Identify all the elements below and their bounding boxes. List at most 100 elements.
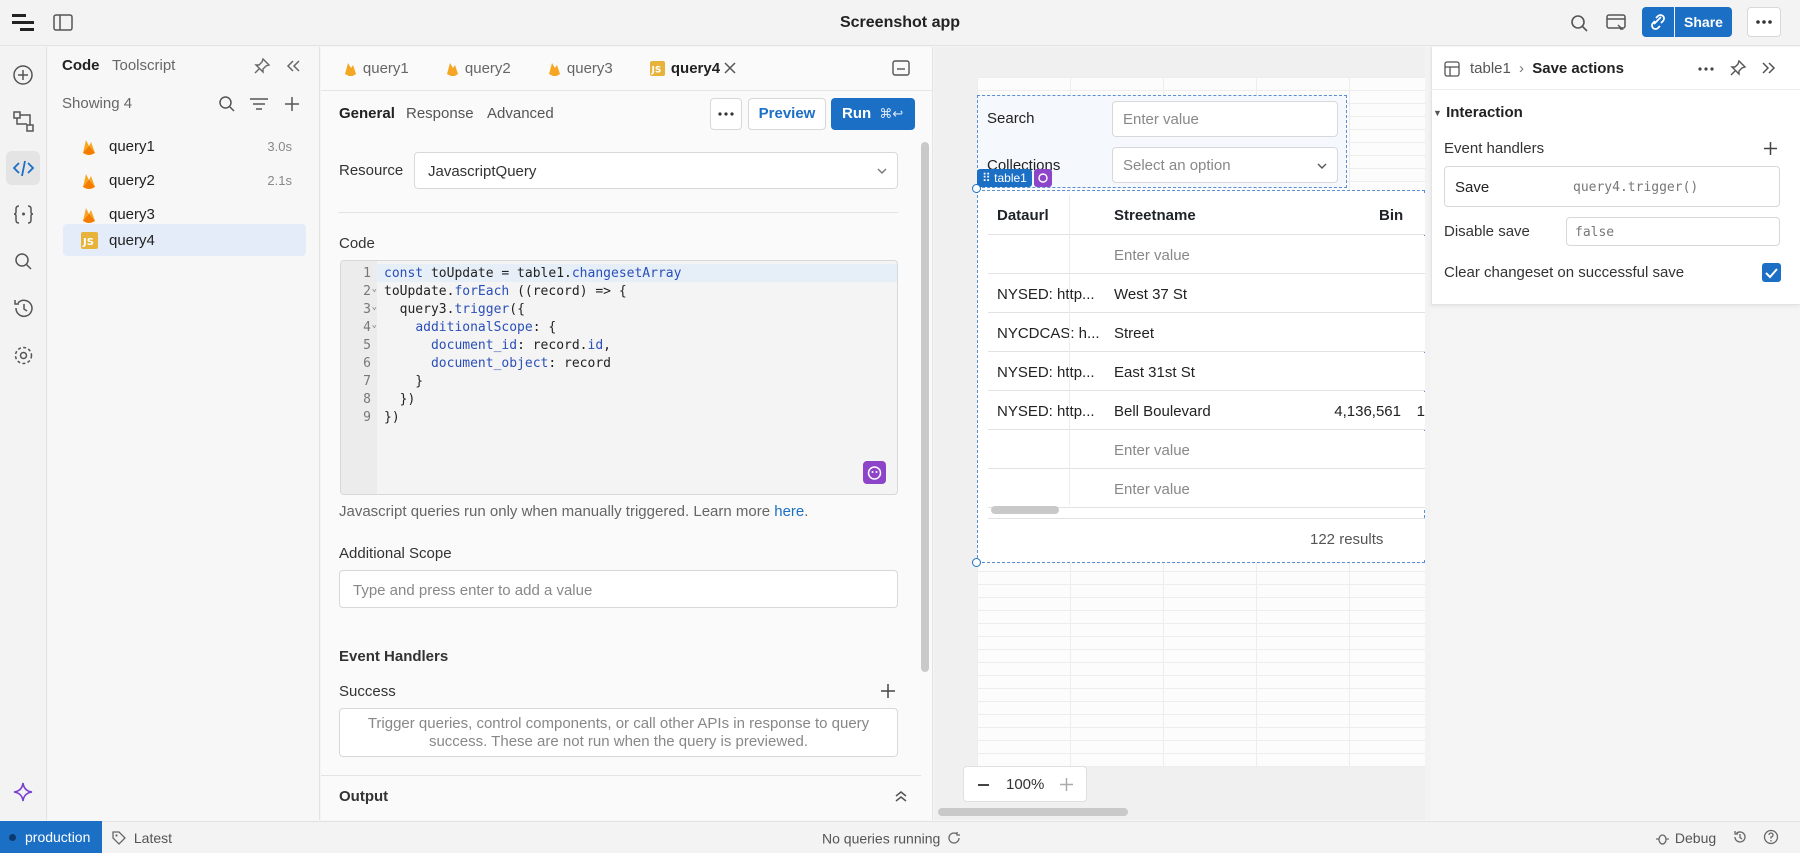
cell-streetname[interactable]: Enter value [1114,481,1190,498]
tab-query1[interactable]: query1 [343,59,409,77]
checkmark-icon [1765,268,1778,279]
table-tag[interactable]: ⠿ table1 [977,169,1032,187]
column-header-bin[interactable]: Bin [1379,207,1403,224]
zoom-out-icon[interactable] [978,784,989,786]
settings-gear-icon[interactable] [11,343,36,368]
cell-dataurl[interactable]: NYSED: http... [997,403,1095,420]
environment-badge[interactable]: production [0,821,102,853]
run-shortcut: ⌘↩ [879,106,904,121]
subtab-general[interactable]: General [339,105,395,122]
resize-handle[interactable] [972,184,981,193]
column-header-dataurl[interactable]: Dataurl [997,207,1049,224]
fold-toggle-icon[interactable]: ⌄ [369,302,377,312]
additional-scope-input[interactable]: Type and press enter to add a value [339,570,898,608]
cell-streetname[interactable]: Enter value [1114,442,1190,459]
state-icon[interactable] [11,202,36,227]
cell-dataurl[interactable]: NYSED: http... [997,364,1095,381]
breadcrumb-parent[interactable]: table1 [1470,60,1511,77]
history-icon[interactable] [1732,829,1748,845]
run-button[interactable]: Run ⌘↩ [831,98,915,130]
search-queries-icon[interactable] [218,95,236,113]
tab-toolscript[interactable]: Toolscript [112,57,175,74]
add-event-handler-icon[interactable] [1763,141,1778,156]
query-list-item[interactable]: query2 2.1s [63,164,306,196]
fold-toggle-icon[interactable]: ⌄ [369,320,377,330]
cell-dataurl[interactable]: NYCDCAS: h... [997,325,1100,342]
help-icon[interactable] [1763,829,1779,845]
table-row[interactable]: Enter value [988,236,1425,274]
table-row[interactable]: Enter value [988,470,1425,508]
table-row[interactable]: Enter value [988,431,1425,469]
zoom-in-icon[interactable] [1060,778,1073,791]
cell-streetname[interactable]: Street [1114,325,1154,342]
preview-button[interactable]: Preview [748,98,826,130]
code-editor[interactable]: 1 const toUpdate = table1.changesetArray 2… [340,260,898,495]
table-row[interactable]: NYCDCAS: h... Street [988,314,1425,352]
add-query-icon[interactable] [283,95,301,113]
zoom-level[interactable]: 100% [1006,776,1044,793]
collections-select[interactable]: Select an option [1112,147,1338,183]
subtab-response[interactable]: Response [406,105,474,122]
collapse-inspector-icon[interactable] [1760,61,1776,75]
horizontal-scrollbar[interactable] [991,506,1059,514]
tab-code[interactable]: Code [62,57,100,74]
fold-toggle-icon[interactable]: ⌄ [369,284,377,294]
copy-link-button[interactable] [1642,7,1674,37]
close-tab-icon[interactable] [723,61,737,75]
assist-sparkle-icon[interactable] [11,780,36,805]
collapse-panel-icon[interactable] [284,58,302,74]
table-row[interactable]: NYSED: http... East 31st St [988,353,1425,391]
search-icon[interactable] [11,249,36,274]
add-success-handler-icon[interactable] [880,683,896,699]
column-header-streetname[interactable]: Streetname [1114,207,1196,224]
tab-query4[interactable]: JS query4 [650,59,720,77]
resource-select[interactable]: JavascriptQuery [414,152,898,189]
pin-icon[interactable] [253,57,271,75]
preview-app-icon[interactable] [1606,14,1626,32]
collapse-output-icon[interactable] [894,789,908,803]
clear-changeset-checkbox[interactable] [1762,263,1781,282]
refresh-icon[interactable] [948,831,961,845]
query-list-item[interactable]: query1 3.0s [63,130,306,162]
svg-text:JS: JS [82,237,94,248]
editor-scrollbar[interactable] [921,142,929,672]
pin-icon[interactable] [1729,59,1747,77]
table-row[interactable]: NYSED: http... Bell Boulevard 4,136,561 1 [988,392,1425,430]
tab-query2[interactable]: query2 [445,59,511,77]
query-list-item-selected[interactable]: JS query4 [63,224,306,256]
section-toggle[interactable]: ▼ Interaction [1433,104,1523,121]
version-tag[interactable]: Latest [112,829,172,846]
cell-streetname[interactable]: East 31st St [1114,364,1195,381]
cell-bin[interactable]: 4,136,561 [1334,403,1401,420]
cell-streetname[interactable]: West 37 St [1114,286,1187,303]
share-button[interactable]: Share [1675,7,1732,37]
history-icon[interactable] [11,296,36,321]
drag-handle-icon[interactable]: ⠿ [982,171,991,185]
filter-icon[interactable] [249,96,269,112]
event-handler-row[interactable]: Save query4.trigger() [1444,166,1780,207]
ai-assist-icon[interactable] [863,461,886,484]
cell-streetname[interactable]: Bell Boulevard [1114,403,1211,420]
add-component-icon[interactable] [11,63,36,88]
learn-more-link[interactable]: here [774,503,804,520]
search-input[interactable]: Enter value [1112,101,1338,137]
cell-streetname[interactable]: Enter value [1114,247,1190,264]
subtab-advanced[interactable]: Advanced [487,105,554,122]
tab-query3[interactable]: query3 [547,59,613,77]
more-actions-button[interactable] [710,98,742,130]
toggle-panel-icon[interactable] [892,60,910,76]
cell-overflow[interactable]: 1 [1417,403,1425,420]
resize-handle[interactable] [972,558,981,567]
debug-button[interactable]: Debug [1656,829,1716,846]
canvas-horizontal-scrollbar[interactable] [938,808,1128,816]
code-icon[interactable] [11,156,36,181]
component-tree-icon[interactable] [11,109,36,134]
more-options-icon[interactable] [1696,62,1716,76]
cell-dataurl[interactable]: NYSED: http... [997,286,1095,303]
disable-save-input[interactable]: false [1566,217,1780,246]
table-row[interactable]: NYSED: http... West 37 St [988,275,1425,313]
svg-text:JS: JS [651,65,662,75]
more-options-button[interactable] [1747,7,1781,37]
search-icon[interactable] [1570,14,1589,33]
component-settings-icon[interactable] [1034,169,1052,187]
